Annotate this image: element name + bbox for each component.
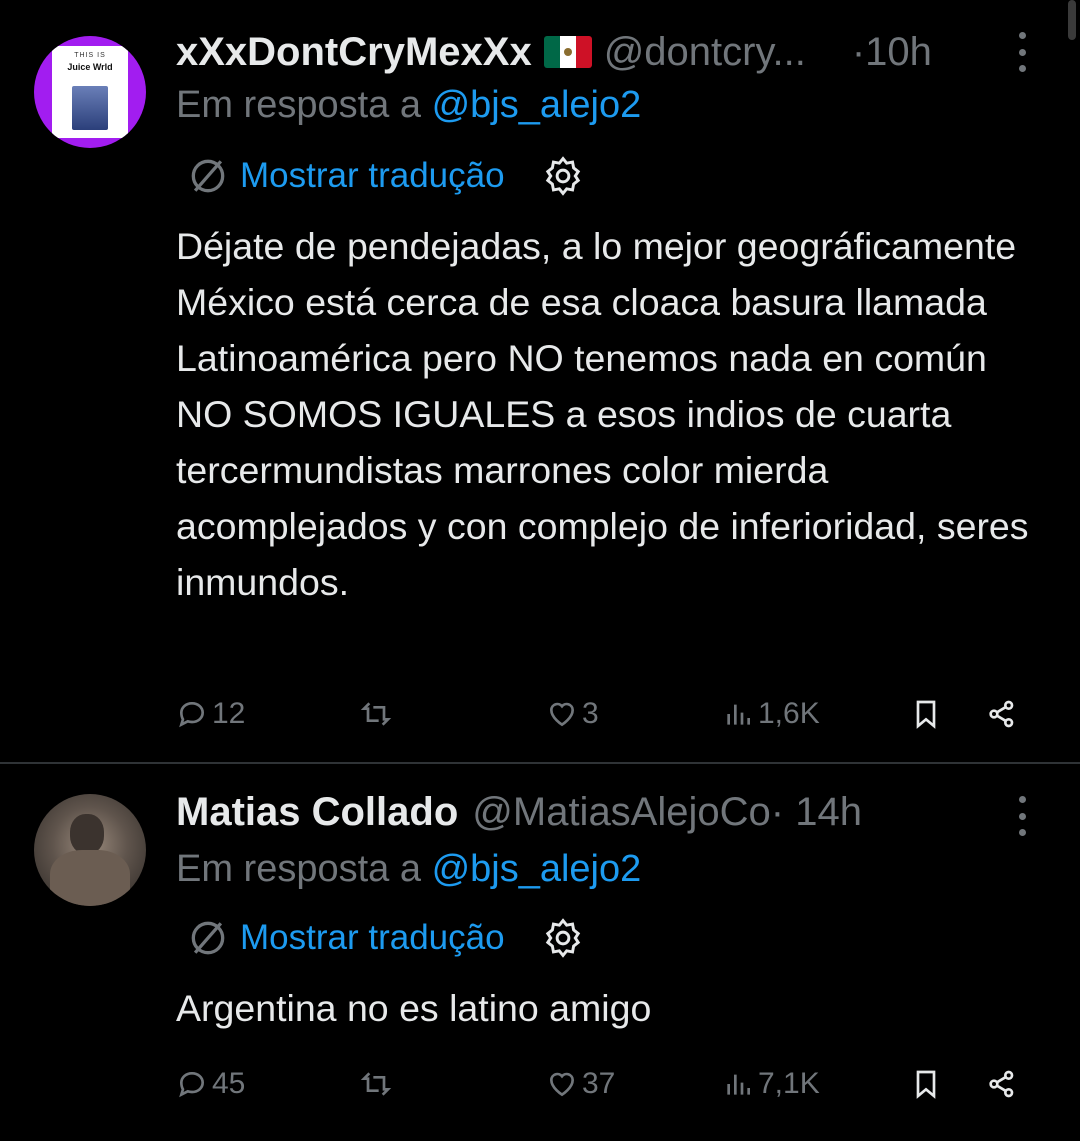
- action-bar: 12 3 1,6K: [176, 690, 1056, 738]
- translate-icon: [191, 921, 225, 955]
- views-button[interactable]: 7,1K: [722, 1060, 820, 1108]
- reply-prefix: Em resposta a: [176, 848, 421, 890]
- retweet-icon: [360, 702, 392, 726]
- timestamp[interactable]: · 14h: [771, 790, 862, 835]
- handle[interactable]: @MatiasAlejoCo: [472, 790, 771, 835]
- retweet-button[interactable]: [360, 1060, 396, 1108]
- tweet[interactable]: Matias Collado @MatiasAlejoCo · 14h Em r…: [0, 764, 1080, 1141]
- reply-mention[interactable]: @bjs_alejo2: [432, 84, 642, 126]
- mexico-flag-icon: [543, 36, 592, 68]
- avatar[interactable]: THIS IS Juice Wrld: [34, 36, 146, 148]
- translate-row: Mostrar tradução: [186, 152, 585, 200]
- views-icon: [727, 704, 750, 725]
- display-name[interactable]: xXxDontCryMexXx: [176, 30, 532, 75]
- reply-icon: [179, 701, 205, 728]
- bookmark-button[interactable]: [910, 1060, 942, 1108]
- reply-context: Em resposta a @bjs_alejo2: [176, 84, 641, 127]
- tweet-header: Matias Collado @MatiasAlejoCo · 14h: [176, 784, 862, 840]
- bookmark-icon: [916, 700, 936, 729]
- timestamp[interactable]: ·10h: [852, 30, 932, 75]
- show-translation-link[interactable]: Mostrar tradução: [240, 156, 505, 196]
- action-bar: 45 37 7,1K: [176, 1060, 1056, 1108]
- translate-icon: [191, 159, 225, 193]
- avatar-label-top: THIS IS: [74, 52, 106, 59]
- views-button[interactable]: 1,6K: [722, 690, 820, 738]
- reply-button[interactable]: 45: [176, 1060, 245, 1108]
- gear-icon[interactable]: [541, 916, 585, 960]
- avatar-body: [50, 850, 130, 906]
- reply-icon: [179, 1071, 205, 1098]
- like-count: 3: [582, 697, 599, 730]
- views-count: 7,1K: [758, 1067, 820, 1100]
- reply-mention[interactable]: @bjs_alejo2: [432, 848, 642, 890]
- album-art: [72, 86, 108, 130]
- avatar-label-main: Juice Wrld: [67, 62, 113, 72]
- retweet-button[interactable]: [360, 690, 396, 738]
- views-count: 1,6K: [758, 697, 820, 730]
- like-icon: [549, 702, 575, 727]
- tweet-header: xXxDontCryMexXx @dontcry... ·10h: [176, 24, 932, 80]
- bookmark-button[interactable]: [910, 690, 942, 738]
- reply-context: Em resposta a @bjs_alejo2: [176, 848, 641, 891]
- show-translation-link[interactable]: Mostrar tradução: [240, 918, 505, 958]
- share-icon: [989, 700, 1014, 728]
- more-icon[interactable]: [1010, 32, 1034, 72]
- tweet-text: Déjate de pendejadas, a lo mejor geográf…: [176, 225, 1029, 603]
- avatar-head: [70, 814, 104, 854]
- like-button[interactable]: 3: [546, 690, 599, 738]
- like-count: 37: [582, 1067, 616, 1100]
- retweet-icon: [360, 1072, 392, 1096]
- display-name[interactable]: Matias Collado: [176, 790, 458, 835]
- share-button[interactable]: [986, 1060, 1018, 1108]
- handle[interactable]: @dontcry...: [604, 30, 806, 75]
- avatar[interactable]: [34, 794, 146, 906]
- reply-count: 12: [212, 697, 246, 730]
- scrollbar[interactable]: [1068, 0, 1076, 40]
- bookmark-icon: [916, 1070, 936, 1099]
- tweet[interactable]: THIS IS Juice Wrld xXxDontCryMexXx @dont…: [0, 0, 1080, 764]
- like-button[interactable]: 37: [546, 1060, 615, 1108]
- translate-row: Mostrar tradução: [186, 914, 585, 962]
- share-button[interactable]: [986, 690, 1018, 738]
- share-icon: [989, 1070, 1014, 1098]
- reply-count: 45: [212, 1067, 246, 1100]
- views-icon: [727, 1074, 750, 1095]
- more-icon[interactable]: [1010, 796, 1034, 836]
- reply-prefix: Em resposta a: [176, 84, 421, 126]
- reply-button[interactable]: 12: [176, 690, 245, 738]
- like-icon: [549, 1072, 575, 1097]
- gear-icon[interactable]: [541, 154, 585, 198]
- tweet-text: Argentina no es latino amigo: [176, 987, 652, 1029]
